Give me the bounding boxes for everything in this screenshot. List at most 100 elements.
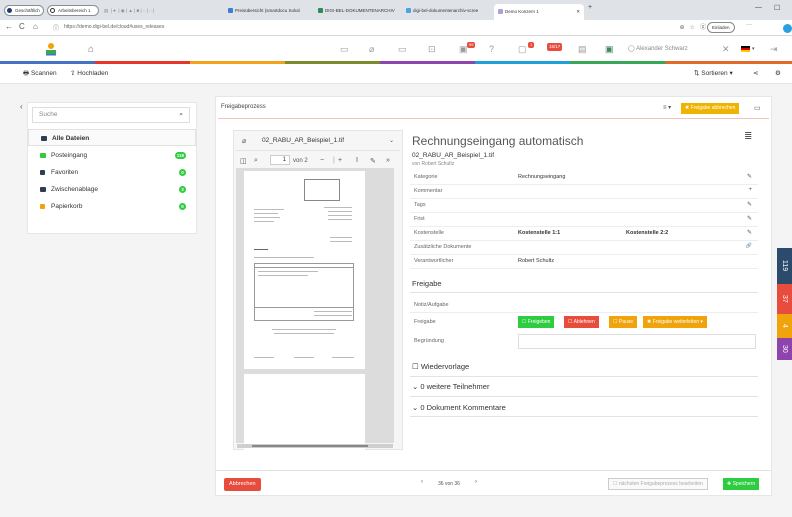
horizontal-scrollbar[interactable] [237,444,393,448]
tab-preisuebersicht[interactable]: Preisübersicht (smartdocu Soluti [228,5,316,16]
edge-tab-inbox[interactable]: 119 [777,248,792,284]
search-icon[interactable]: ⌕ [179,108,183,122]
edit-icon[interactable]: ✎ [747,173,752,180]
help-icon[interactable]: ? [489,44,494,54]
url-text[interactable]: https://demo.digi-bel.de/cloud#uses_rele… [64,23,164,32]
edge-tab-tasks[interactable]: 30 [777,338,792,360]
stop-approval-button[interactable]: ✖ Freigabe abbrechen [681,103,740,114]
resubmit-checkbox[interactable]: ☐ Wiedervorlage [412,362,469,371]
share-icon[interactable]: ⋖ [753,69,758,77]
tab-demo-konzern[interactable]: Demo Konzern 1 ✕ [494,4,584,20]
scrollbar-thumb[interactable] [252,445,368,447]
document-page-2 [244,374,365,454]
maximize-button[interactable]: ☐ [774,4,780,12]
upload-button[interactable]: ⇪ Hochladen [70,69,108,77]
edit-icon[interactable]: ✎ [747,229,752,236]
calendar-icon[interactable]: ▤ [578,44,587,55]
toolbar-separator: | [333,157,335,164]
copilot-icon[interactable] [783,24,792,33]
save-button[interactable]: ✚ Speichern [723,478,760,490]
pinned-tabs-strip[interactable]: ▤ | ● | ◉ | ▲ | ■ | ◌ | ◌ | [104,5,224,16]
minimize-button[interactable]: — [755,4,762,11]
prev-arrow-icon[interactable]: ‹ [421,479,423,485]
new-tab-button[interactable]: + [588,4,592,11]
zoom-out-icon[interactable]: − [320,157,324,164]
language-flag-icon[interactable] [741,46,750,52]
reason-input[interactable] [518,334,756,349]
zoom-in-icon[interactable]: + [338,157,342,164]
tab-digibel-screen[interactable]: digi-bel-dokumentenarchiv-scree [406,5,492,16]
details-list-icon[interactable]: ≣ [744,131,752,142]
profile-pill-business[interactable]: Geschäftlich [4,5,44,16]
field-row-deadline: Frist ✎ [410,212,758,227]
edit-icon[interactable]: ✎ [747,201,752,208]
next-arrow-icon[interactable]: › [475,479,477,485]
edge-tab-overdue[interactable]: 37 [777,284,792,314]
tasks-nav-icon[interactable]: ▢ [518,44,527,55]
collapse-sidebar-icon[interactable]: ‹ [20,102,23,111]
count-badge: 0 [179,203,186,210]
logout-icon[interactable]: ⇥ [770,44,778,55]
sidebar-item-all-files[interactable]: Alle Dateien [28,129,196,146]
page-number-input[interactable]: 1 [270,155,290,165]
participants-toggle[interactable]: ⌄ 0 weitere Teilnehmer [412,382,489,391]
sidebar-item-favorites[interactable]: Favoriten 0 [28,164,196,181]
next-process-button[interactable]: ☐ nächsten Freigabeprozess bearbeiten [608,478,708,490]
link-icon[interactable]: 🔗 [746,243,752,249]
folder-nav-icon[interactable]: ▭ [398,44,407,55]
sidebar-toggle-icon[interactable]: ◫ [240,157,247,165]
user-menu[interactable]: ◯ Alexander Schwarz [628,45,688,52]
sidebar-item-trash[interactable]: Papierkorb 0 [28,198,196,215]
reload-icon[interactable]: C [19,22,25,31]
close-tab-icon[interactable]: ✕ [576,4,580,19]
approve-button[interactable]: ☐ Freigeben [518,316,555,328]
reject-button[interactable]: ☐ Ablehnen [564,316,599,328]
home-nav-icon[interactable]: ⌂ [88,44,94,55]
reason-label: Begründung [414,338,444,344]
tab-label: digi-bel-dokumentenarchiv-scree [413,8,479,13]
pause-button[interactable]: ☐ Pause [609,316,638,328]
fullscreen-icon[interactable]: ✕ [722,44,730,55]
draw-icon[interactable]: ✎ [370,157,376,165]
approvals-badge[interactable]: 15/17 [547,43,563,51]
viewer-divider [236,150,400,151]
panel-menu-icon[interactable]: ≡ ▾ [663,104,671,111]
field-label: Kostenstelle [414,230,444,236]
back-icon[interactable]: ← [5,22,13,31]
search-input[interactable]: Suche ⌕ [32,107,190,123]
digibel-logo [46,43,56,56]
monitor-icon[interactable]: ▣ [605,44,614,55]
tab-favicon [318,8,323,13]
forward-approval-button[interactable]: ✖ Freigabe weiterleiten ▾ [643,316,707,328]
edit-icon[interactable]: ✎ [747,215,752,222]
chart-icon[interactable]: ▭ [340,44,349,55]
edge-tab-pending[interactable]: 4 [777,314,792,338]
file-dropdown-icon[interactable]: ⌄ [389,137,394,144]
site-info-icon[interactable]: ⓘ [53,23,59,32]
scan-button[interactable]: 🖶 Scannen [23,69,57,80]
add-icon[interactable]: + [748,187,752,193]
inbox-icon [40,153,46,158]
language-dropdown-icon[interactable]: ▾ [752,46,755,52]
sidebar-item-inbox[interactable]: Posteingang 119 [28,147,196,164]
settings-icon[interactable]: ⚙ [775,69,781,77]
tab-digibel-archiv[interactable]: DIGI-BEL-DOKUMENTENARCHIV [318,5,404,16]
comments-toggle[interactable]: ⌄ 0 Dokument Kommentare [412,403,506,412]
sort-dropdown[interactable]: ⇅ Sortieren ▾ [694,69,733,77]
download-icon[interactable]: ⊡ [428,44,436,55]
workspace-pill[interactable]: Arbeitsbereich 1 [47,5,99,16]
home-icon[interactable]: ⌂ [33,22,38,31]
attachment-icon[interactable]: ⌀ [369,44,374,55]
text-cursor-icon[interactable]: I [356,157,358,164]
monitor-toggle-icon[interactable]: ▭ [754,104,761,112]
divider [410,376,758,377]
count-badge: 119 [174,152,186,159]
cancel-button[interactable]: Abbrechen [224,478,261,491]
more-menu-icon[interactable]: ··· [746,22,752,28]
sidebar-item-clipboard[interactable]: Zwischenablage 3 [28,181,196,198]
invite-button[interactable]: Einladen [707,22,735,33]
viewer-search-icon[interactable]: ⌕ [254,157,258,165]
tab-favicon [406,8,411,13]
attachment-icon-small[interactable]: ⌀ [242,137,246,145]
more-tools-icon[interactable]: » [386,157,390,164]
